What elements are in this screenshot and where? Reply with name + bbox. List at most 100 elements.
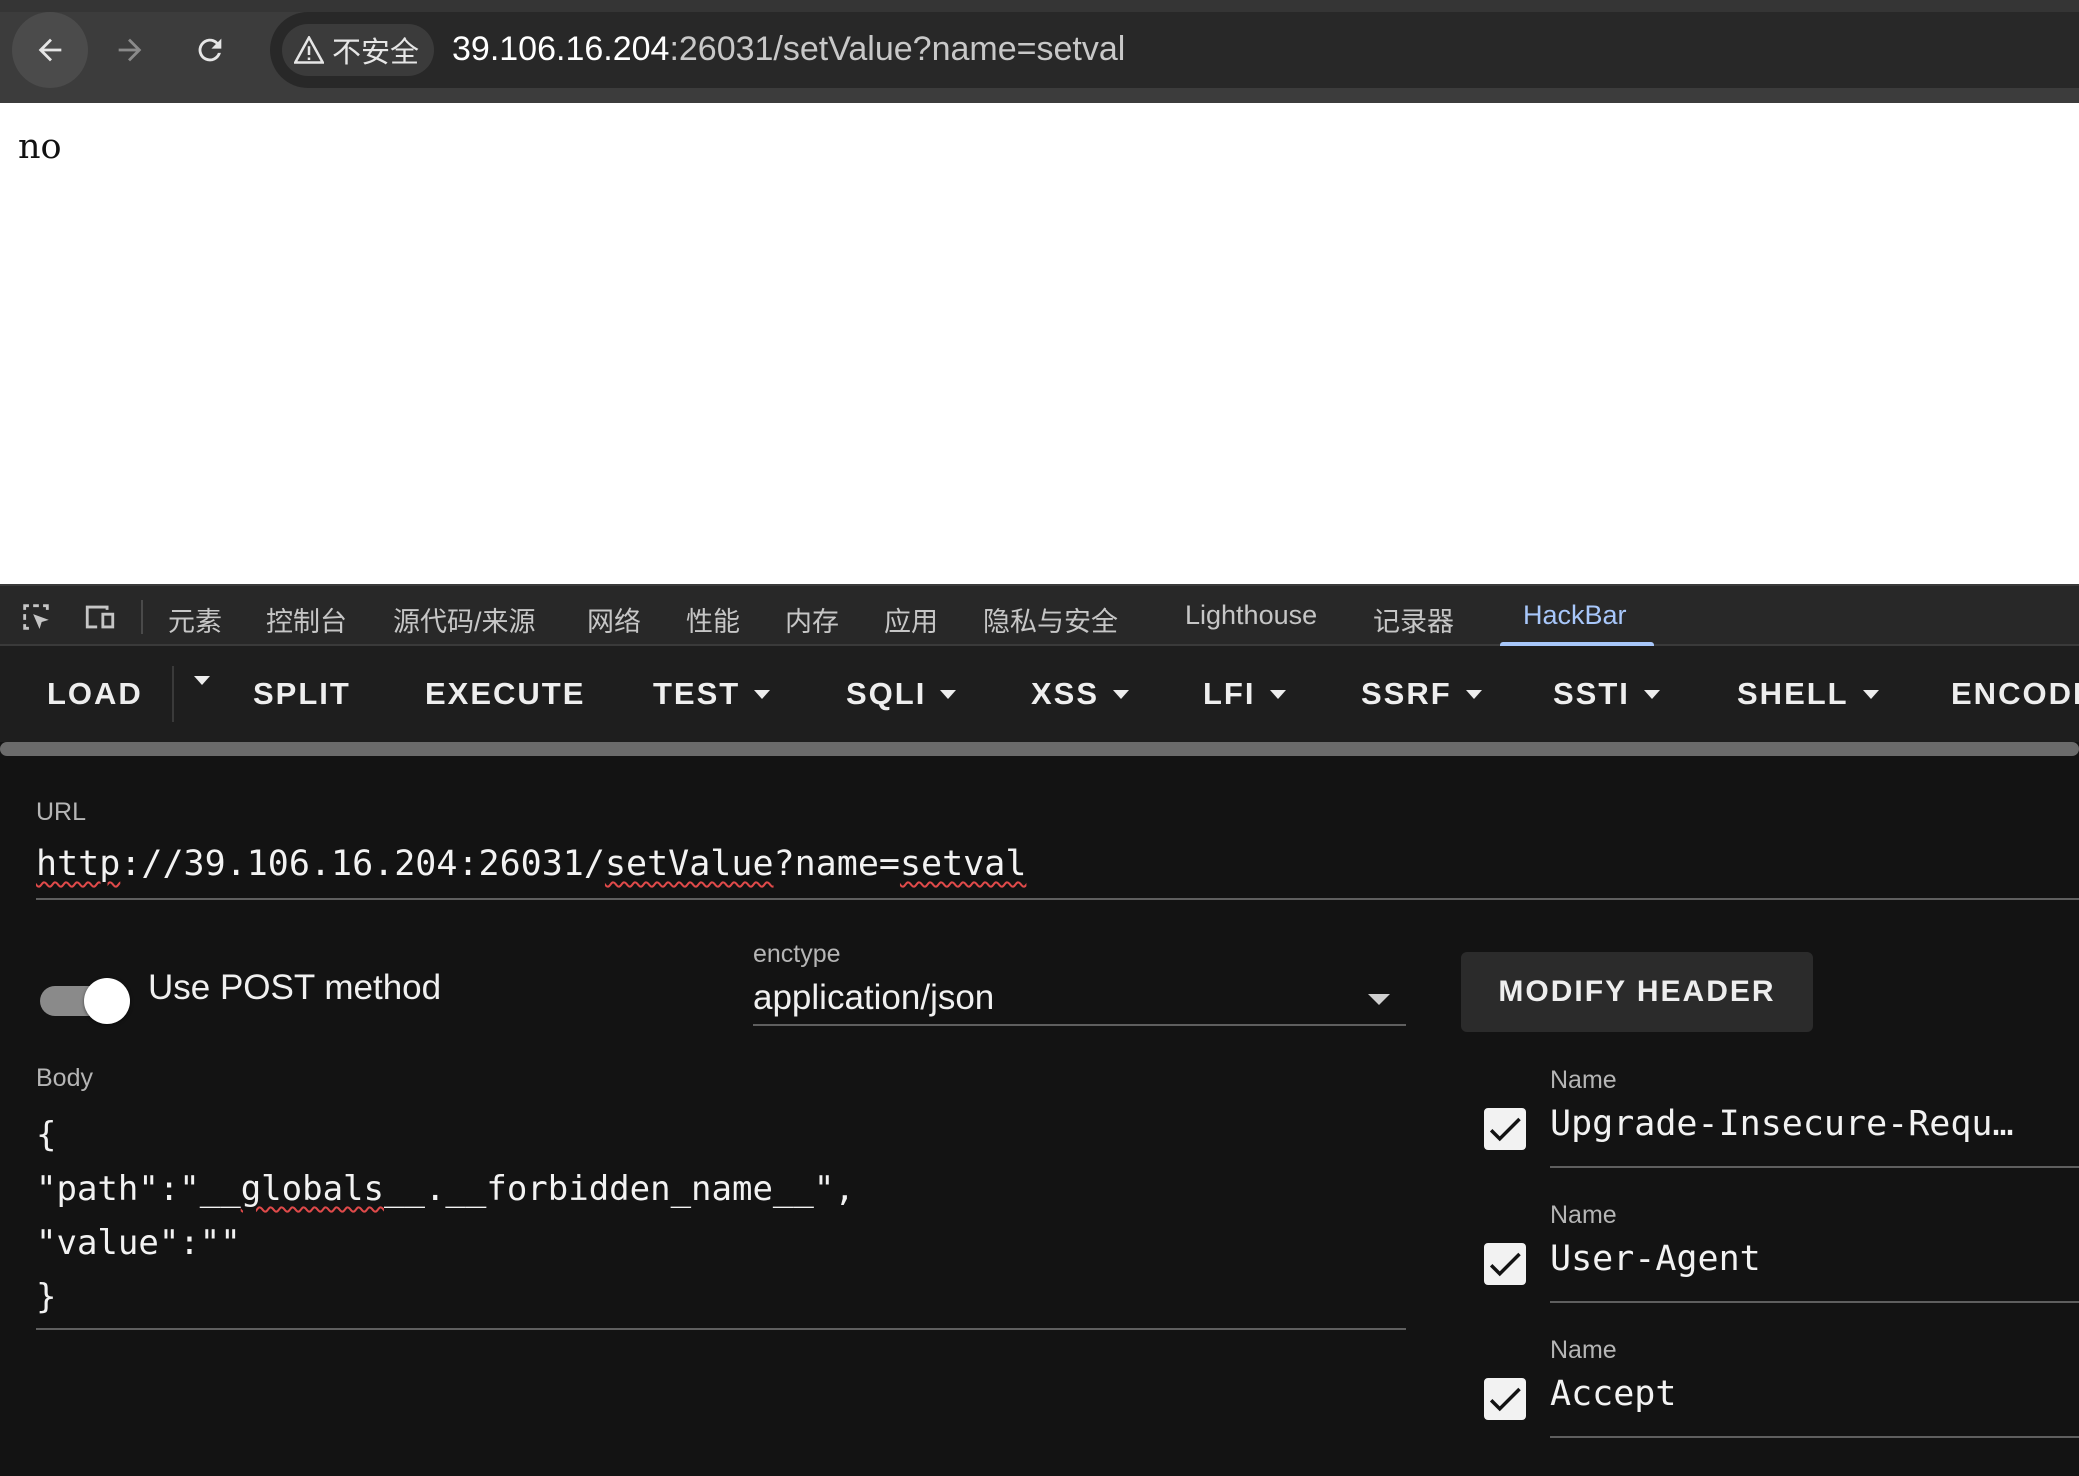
tab-performance[interactable]: 性能 — [686, 600, 740, 639]
execute-button[interactable]: EXECUTE — [425, 676, 585, 712]
dropdown-arrow-icon[interactable] — [1368, 994, 1390, 1005]
load-button[interactable]: LOAD — [47, 676, 143, 712]
header-row: Name Upgrade-Insecure-Requ… — [1484, 1066, 2079, 1186]
tab-lighthouse[interactable]: Lighthouse — [1185, 600, 1317, 631]
body-textarea[interactable]: { "path":"__globals__.__forbidden_name__"… — [36, 1108, 855, 1324]
header-underline — [1550, 1301, 2079, 1303]
shell-menu-button[interactable]: SHELL — [1737, 676, 1879, 712]
chevron-down-icon — [754, 689, 771, 699]
body-text-segment: "path":"__ — [36, 1169, 241, 1209]
chevron-down-icon — [1465, 689, 1482, 699]
url-underline — [36, 898, 2079, 900]
tab-elements[interactable]: 元素 — [168, 600, 222, 639]
split-button[interactable]: SPLIT — [253, 676, 351, 712]
header-name-input[interactable]: User-Agent — [1550, 1239, 1761, 1279]
address-host: 39.106.16.204 — [452, 30, 670, 68]
toolbar-scrollbar[interactable] — [0, 742, 2079, 756]
header-checkbox[interactable] — [1484, 1243, 1526, 1285]
body-text-segment: __.__forbidden_name__", — [384, 1169, 855, 1209]
body-line: "path":"__globals__.__forbidden_name__", — [36, 1162, 855, 1216]
enctype-label: enctype — [753, 940, 841, 968]
body-line: "value":"" — [36, 1223, 241, 1263]
inspect-element-icon[interactable] — [18, 600, 54, 634]
ssti-menu-button[interactable]: SSTI — [1553, 676, 1660, 712]
chevron-down-icon — [940, 689, 957, 699]
reload-icon — [198, 38, 222, 62]
body-line: } — [36, 1277, 57, 1317]
enctype-underline — [753, 1024, 1406, 1026]
tab-console[interactable]: 控制台 — [266, 600, 347, 639]
header-row: Name User-Agent — [1484, 1201, 2079, 1321]
tab-network[interactable]: 网络 — [587, 600, 641, 639]
ssti-label: SSTI — [1553, 676, 1630, 711]
url-scheme: http — [36, 844, 121, 884]
browser-toolbar: 不安全 39.106.16.204:26031/setValue?name=se… — [0, 0, 2079, 103]
tab-memory[interactable]: 内存 — [785, 600, 839, 639]
post-method-label: Use POST method — [148, 968, 442, 1007]
back-button[interactable] — [12, 12, 88, 88]
chevron-down-icon — [1643, 689, 1660, 699]
xss-label: XSS — [1031, 676, 1100, 711]
execute-label: EXECUTE — [425, 676, 586, 711]
security-chip[interactable]: 不安全 — [282, 24, 434, 76]
body-line: { — [36, 1115, 57, 1155]
encoding-label: ENCODI — [1951, 676, 2079, 711]
load-menu-button[interactable] — [180, 676, 210, 685]
page-viewport: no — [0, 103, 2079, 584]
chevron-down-icon — [194, 676, 210, 685]
page-body-text: no — [18, 127, 62, 167]
lfi-menu-button[interactable]: LFI — [1203, 676, 1286, 712]
header-underline — [1550, 1166, 2079, 1168]
hackbar-panel: URL http://39.106.16.204:26031/setValue?… — [0, 756, 2079, 1476]
ssrf-label: SSRF — [1361, 676, 1452, 711]
header-row: Name Accept — [1484, 1336, 2079, 1456]
devtools-tab-strip: 元素 控制台 源代码/来源 网络 性能 内存 应用 隐私与安全 Lighthou… — [0, 584, 2079, 647]
device-toolbar-icon[interactable] — [82, 600, 118, 634]
checkmark-icon — [1489, 1252, 1521, 1277]
tab-hackbar[interactable]: HackBar — [1523, 600, 1627, 631]
sqli-menu-button[interactable]: SQLI — [846, 676, 957, 712]
body-underline — [36, 1328, 1406, 1330]
chevron-down-icon — [1862, 689, 1879, 699]
modify-header-button[interactable]: MODIFY HEADER — [1461, 952, 1813, 1032]
forward-button[interactable] — [92, 12, 168, 88]
tab-sources[interactable]: 源代码/来源 — [393, 600, 536, 639]
header-name-input[interactable]: Accept — [1550, 1374, 1676, 1414]
lfi-label: LFI — [1203, 676, 1256, 711]
load-separator — [172, 666, 174, 722]
address-bar[interactable]: 不安全 39.106.16.204:26031/setValue?name=se… — [270, 12, 2079, 88]
address-path: :26031/setValue?name=setval — [669, 30, 1126, 68]
body-text-segment: globals — [240, 1169, 384, 1209]
header-checkbox[interactable] — [1484, 1378, 1526, 1420]
shell-label: SHELL — [1737, 676, 1849, 711]
header-name-label: Name — [1550, 1336, 1617, 1364]
reload-button[interactable] — [172, 12, 248, 88]
address-text[interactable]: 39.106.16.204:26031/setValue?name=setval — [452, 30, 1125, 69]
xss-menu-button[interactable]: XSS — [1031, 676, 1130, 712]
tab-privacy-security[interactable]: 隐私与安全 — [983, 600, 1118, 639]
header-name-input[interactable]: Upgrade-Insecure-Requ… — [1550, 1104, 2014, 1144]
post-method-toggle[interactable] — [40, 972, 130, 1028]
encoding-menu-button[interactable]: ENCODI — [1951, 676, 2079, 712]
tab-application[interactable]: 应用 — [884, 600, 938, 639]
chevron-down-icon — [1113, 689, 1130, 699]
tab-recorder[interactable]: 记录器 — [1373, 600, 1454, 639]
enctype-select[interactable]: application/json — [753, 978, 994, 1018]
header-checkbox[interactable] — [1484, 1108, 1526, 1150]
load-label: LOAD — [47, 676, 143, 711]
arrow-left-icon — [38, 38, 62, 62]
hackbar-toolbar: LOAD SPLIT EXECUTE TEST SQLI XSS LFI SSR… — [0, 646, 2079, 742]
ssrf-menu-button[interactable]: SSRF — [1361, 676, 1482, 712]
body-label: Body — [36, 1064, 93, 1092]
security-label: 不安全 — [332, 37, 420, 69]
url-host: ://39.106.16.204:26031/ — [120, 844, 605, 884]
test-menu-button[interactable]: TEST — [653, 676, 771, 712]
header-name-label: Name — [1550, 1201, 1617, 1229]
toggle-knob — [84, 978, 130, 1024]
modify-header-label: MODIFY HEADER — [1498, 975, 1776, 1008]
url-input[interactable]: http://39.106.16.204:26031/setValue?name… — [36, 844, 1026, 884]
chevron-down-icon — [1269, 689, 1286, 699]
split-label: SPLIT — [253, 676, 351, 711]
checkmark-icon — [1489, 1117, 1521, 1142]
devtools-separator — [141, 600, 143, 634]
